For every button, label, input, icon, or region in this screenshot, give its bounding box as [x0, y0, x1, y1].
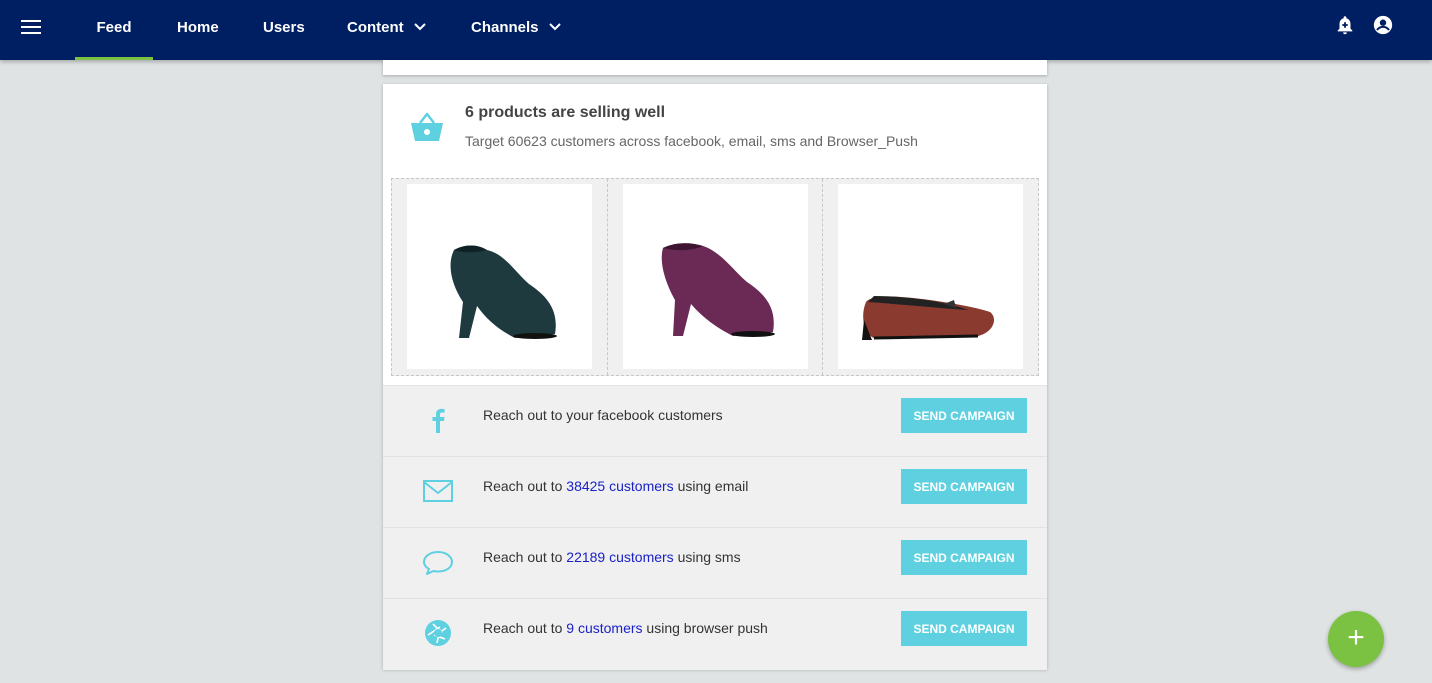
- product-image[interactable]: [407, 184, 592, 369]
- add-button[interactable]: +: [1328, 611, 1384, 667]
- send-campaign-button-sms[interactable]: SEND CAMPAIGN: [901, 540, 1027, 575]
- sms-icon: [423, 551, 453, 575]
- ballet-flat-icon: [862, 296, 995, 340]
- product-tile[interactable]: [822, 179, 1038, 375]
- card-title: 6 products are selling well: [465, 104, 666, 121]
- send-campaign-button-email[interactable]: SEND CAMPAIGN: [901, 469, 1027, 504]
- add-icon: +: [1347, 621, 1365, 654]
- product-tile[interactable]: [392, 179, 607, 375]
- send-campaign-button-browser-push[interactable]: SEND CAMPAIGN: [901, 611, 1027, 646]
- customer-count-link[interactable]: 22189 customers: [566, 549, 673, 565]
- channel-row-browser-push: Reach out to 9 customers using browser p…: [383, 599, 1047, 670]
- channel-text: Reach out to 22189 customers using sms: [483, 549, 741, 565]
- tab-feed-label: Feed: [96, 19, 132, 36]
- channel-row-sms: Reach out to 22189 customers using sms S…: [383, 528, 1047, 599]
- channel-text-prefix: Reach out to: [483, 478, 567, 494]
- previous-card: [383, 60, 1047, 75]
- product-gallery: [391, 178, 1039, 376]
- browser-push-icon: [425, 620, 451, 646]
- tab-feed[interactable]: Feed: [75, 0, 153, 60]
- email-icon: [423, 480, 453, 502]
- channel-text: Reach out to 38425 customers using email: [483, 478, 748, 494]
- channel-text-prefix: Reach out to: [483, 620, 567, 636]
- facebook-icon: [432, 408, 445, 433]
- tab-users-label: Users: [263, 19, 305, 36]
- tab-users[interactable]: Users: [263, 0, 305, 60]
- top-navigation-bar: Feed Home Users Content Channels: [0, 0, 1432, 60]
- product-image[interactable]: [838, 184, 1024, 369]
- product-tile[interactable]: [606, 179, 823, 375]
- channel-row-email: Reach out to 38425 customers using email…: [383, 457, 1047, 528]
- tab-home-label: Home: [177, 19, 219, 36]
- product-image[interactable]: [622, 184, 808, 369]
- channel-row-facebook: Reach out to your facebook customers SEN…: [383, 386, 1047, 457]
- customer-count-link[interactable]: 38425 customers: [566, 478, 673, 494]
- tab-content[interactable]: Content: [347, 0, 426, 60]
- tab-home[interactable]: Home: [177, 0, 219, 60]
- chevron-down-icon: [414, 22, 426, 30]
- tab-content-label: Content: [347, 19, 404, 36]
- menu-icon[interactable]: [21, 20, 41, 36]
- insight-card: 6 products are selling well Target 60623…: [383, 84, 1047, 670]
- ankle-boot-icon: [661, 243, 775, 337]
- account-circle-icon[interactable]: [1372, 14, 1394, 36]
- card-subtitle: Target 60623 customers across facebook, …: [465, 133, 918, 149]
- channel-list: Reach out to your facebook customers SEN…: [383, 385, 1047, 670]
- tab-channels-label: Channels: [471, 19, 539, 36]
- channel-text: Reach out to 9 customers using browser p…: [483, 620, 768, 636]
- channel-text-prefix: Reach out to: [483, 549, 567, 565]
- channel-text-suffix: using email: [673, 478, 749, 494]
- chevron-down-icon: [548, 22, 561, 30]
- customer-count-link[interactable]: 9 customers: [566, 620, 642, 636]
- channel-text: Reach out to your facebook customers: [483, 407, 723, 423]
- ankle-boot-icon: [450, 245, 557, 339]
- channel-text-suffix: using browser push: [642, 620, 768, 636]
- notification-add-icon[interactable]: [1334, 14, 1356, 36]
- channel-text-prefix: Reach out to your facebook customers: [483, 407, 723, 423]
- tab-channels[interactable]: Channels: [471, 0, 561, 60]
- channel-text-suffix: using sms: [673, 549, 741, 565]
- send-campaign-button-facebook[interactable]: SEND CAMPAIGN: [901, 398, 1027, 433]
- basket-icon: [411, 112, 443, 141]
